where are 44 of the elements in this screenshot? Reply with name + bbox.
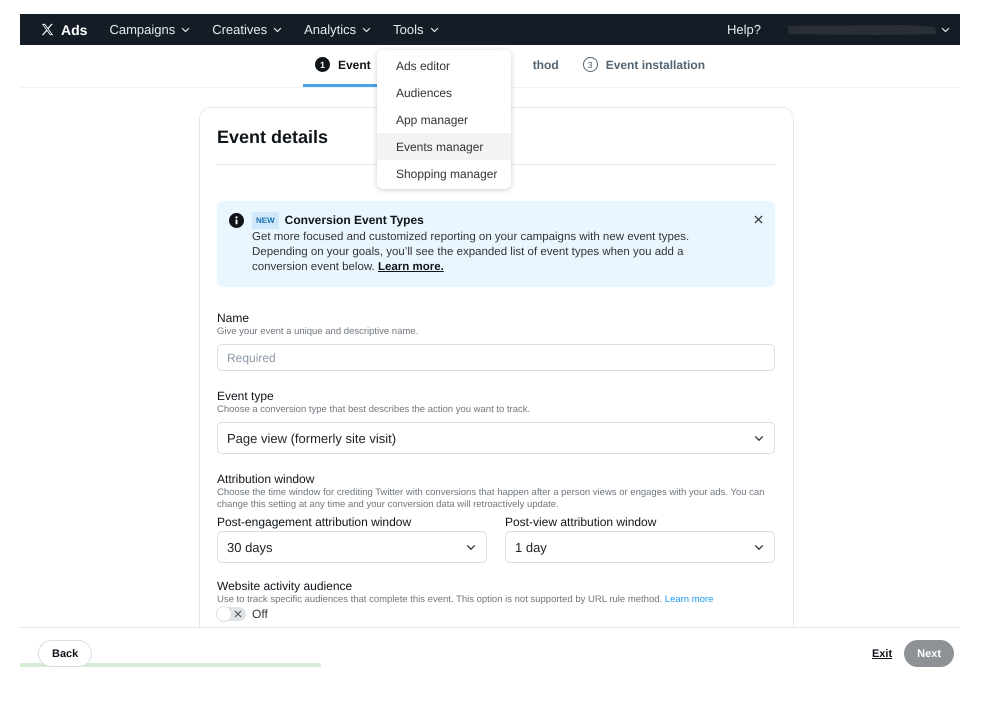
- field-hint: Choose the time window for crediting Twitter with conversions that happen after a person views or engages with your ads. You can change this setting at any time and your conversion data will retroactively update.: [217, 487, 766, 511]
- chevron-down-icon: [181, 26, 190, 32]
- close-icon: [234, 610, 242, 618]
- chevron-down-icon: [430, 26, 439, 32]
- menu-item[interactable]: Shopping manager: [377, 160, 511, 187]
- nav-menu[interactable]: Analytics: [304, 22, 372, 37]
- back-button[interactable]: Back: [38, 640, 92, 667]
- new-badge: NEW: [252, 212, 279, 229]
- chevron-down-icon: [754, 434, 764, 442]
- banner-text: Get more focused and customized reporting on your campaigns with new event types. Depending on your goals, you’ll see the expanded list of event types when you add a conversion event below. Learn more.: [252, 230, 690, 275]
- help-link[interactable]: Help?: [727, 22, 761, 37]
- learn-more-link[interactable]: Learn more.: [378, 261, 444, 273]
- field-label: Website activity audience: [217, 579, 354, 593]
- toggle-switch[interactable]: [217, 607, 246, 621]
- nav-menu[interactable]: Tools: [393, 22, 439, 37]
- field-hint: Choose a conversion type that best describes the action you want to track.: [217, 404, 532, 416]
- name-input[interactable]: Required: [217, 344, 775, 371]
- x-logo-icon[interactable]: [40, 22, 55, 37]
- chevron-down-icon: [466, 544, 476, 550]
- field-label: Name: [217, 311, 250, 325]
- step-tab[interactable]: 3 Event installation: [570, 45, 718, 87]
- chevron-down-icon: [754, 544, 764, 550]
- menu-item[interactable]: App manager: [377, 106, 511, 133]
- nav-menu[interactable]: Creatives: [212, 22, 282, 37]
- dropdown-select[interactable]: Page view (formerly site visit): [217, 422, 775, 454]
- nav-menu[interactable]: Campaigns: [109, 22, 190, 37]
- field-label: Post-view attribution window: [505, 515, 658, 529]
- field-label: Event type: [217, 389, 275, 403]
- logo-text[interactable]: Ads: [61, 22, 88, 38]
- chevron-down-icon: [273, 26, 282, 32]
- dropdown-select[interactable]: 1 day: [505, 531, 775, 563]
- field-hint: Use to track specific audiences that complete this event. This option is not supported by URL rule method. Learn more: [217, 594, 714, 606]
- field-label: Post-engagement attribution window: [217, 515, 412, 529]
- menu-item[interactable]: Events manager: [377, 133, 511, 160]
- close-icon[interactable]: [754, 215, 763, 224]
- banner-title: Conversion Event Types: [284, 213, 424, 228]
- chevron-down-icon: [941, 26, 950, 32]
- exit-link[interactable]: Exit: [872, 648, 892, 660]
- field-hint: Give your event a unique and descriptive name.: [217, 326, 420, 338]
- dropdown-select[interactable]: 30 days: [217, 531, 487, 563]
- info-icon: [229, 213, 244, 228]
- chevron-down-icon: [362, 26, 372, 32]
- toggle-label: Off: [252, 607, 268, 621]
- field-label: Attribution window: [217, 472, 316, 486]
